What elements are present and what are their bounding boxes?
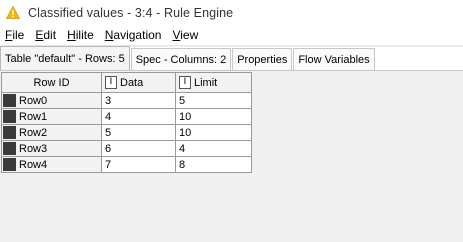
table-row[interactable]: Row2 5 10 bbox=[1, 124, 252, 141]
menu-bar: File Edit Hilite Navigation View bbox=[0, 25, 463, 46]
limit-cell[interactable]: 4 bbox=[175, 140, 252, 157]
limit-cell[interactable]: 10 bbox=[175, 108, 252, 125]
warning-triangle-icon bbox=[4, 4, 22, 22]
integer-type-icon: I bbox=[105, 76, 117, 89]
row-id-cell[interactable]: Row0 bbox=[1, 92, 102, 109]
menu-hilite[interactable]: Hilite bbox=[62, 28, 100, 42]
tab-properties[interactable]: Properties bbox=[232, 48, 293, 70]
data-table: Row ID IData ILimit Row0 3 5 Row1 4 10 bbox=[1, 72, 252, 173]
tab-flow-variables[interactable]: Flow Variables bbox=[293, 48, 375, 70]
row-id-label: Row0 bbox=[19, 94, 48, 107]
row-marker-icon bbox=[3, 142, 16, 155]
tab-properties-label: Properties bbox=[237, 53, 288, 66]
limit-cell[interactable]: 10 bbox=[175, 124, 252, 141]
row-id-label: Row1 bbox=[19, 110, 48, 123]
table-row[interactable]: Row0 3 5 bbox=[1, 92, 252, 109]
menu-file-label: ile bbox=[12, 28, 25, 42]
tab-spec[interactable]: Spec - Columns: 2 bbox=[130, 48, 232, 70]
menu-edit[interactable]: Edit bbox=[30, 28, 62, 42]
data-cell[interactable]: 4 bbox=[101, 108, 176, 125]
row-id-cell[interactable]: Row2 bbox=[1, 124, 102, 141]
integer-type-icon: I bbox=[179, 76, 191, 89]
limit-cell[interactable]: 5 bbox=[175, 92, 252, 109]
data-cell[interactable]: 6 bbox=[101, 140, 176, 157]
menu-file[interactable]: File bbox=[0, 28, 30, 42]
row-id-cell[interactable]: Row4 bbox=[1, 156, 102, 173]
data-cell[interactable]: 7 bbox=[101, 156, 176, 173]
row-id-label: Row4 bbox=[19, 158, 48, 171]
column-header-limit-label: Limit bbox=[194, 76, 218, 89]
row-marker-icon bbox=[3, 110, 16, 123]
row-marker-icon bbox=[3, 126, 16, 139]
column-header-rowid[interactable]: Row ID bbox=[1, 72, 102, 93]
menu-navigation-label: avigation bbox=[113, 28, 162, 42]
row-marker-icon bbox=[3, 94, 16, 107]
table-header-row: Row ID I Data I Limit bbox=[1, 72, 252, 93]
data-cell[interactable]: 5 bbox=[101, 124, 176, 141]
menu-view[interactable]: View bbox=[167, 28, 204, 42]
table-row[interactable]: Row4 7 8 bbox=[1, 156, 252, 173]
menu-navigation[interactable]: Navigation bbox=[100, 28, 168, 42]
window-title: Classified values - 3:4 - Rule Engine bbox=[28, 5, 234, 20]
table-row[interactable]: Row3 6 4 bbox=[1, 140, 252, 157]
tab-table-default[interactable]: Table "default" - Rows: 5 bbox=[0, 46, 130, 70]
column-header-data-label: Data bbox=[120, 76, 144, 89]
row-id-label: Row2 bbox=[19, 126, 48, 139]
tab-flow-variables-label: Flow Variables bbox=[298, 53, 370, 66]
row-marker-icon bbox=[3, 158, 16, 171]
limit-cell[interactable]: 8 bbox=[175, 156, 252, 173]
menu-hilite-mnemonic: H bbox=[67, 28, 76, 42]
table-row[interactable]: Row1 4 10 bbox=[1, 108, 252, 125]
menu-hilite-label: ilite bbox=[75, 28, 94, 42]
row-id-label: Row3 bbox=[19, 142, 48, 155]
column-header-limit[interactable]: I Limit bbox=[175, 72, 252, 93]
column-header-rowid-label: Row ID bbox=[33, 76, 70, 89]
menu-edit-label: dit bbox=[43, 28, 57, 42]
row-id-cell[interactable]: Row1 bbox=[1, 108, 102, 125]
title-bar: Classified values - 3:4 - Rule Engine bbox=[0, 0, 463, 25]
tab-table-default-label: Table "default" - Rows: 5 bbox=[5, 52, 125, 65]
data-cell[interactable]: 3 bbox=[101, 92, 176, 109]
table-view: Row ID IData ILimit Row0 3 5 Row1 4 10 bbox=[0, 71, 463, 242]
column-header-data[interactable]: I Data bbox=[101, 72, 176, 93]
tab-bar: Table "default" - Rows: 5 Spec - Columns… bbox=[0, 46, 463, 71]
menu-view-label: iew bbox=[180, 28, 199, 42]
row-id-cell[interactable]: Row3 bbox=[1, 140, 102, 157]
tab-spec-label: Spec - Columns: 2 bbox=[135, 53, 227, 66]
